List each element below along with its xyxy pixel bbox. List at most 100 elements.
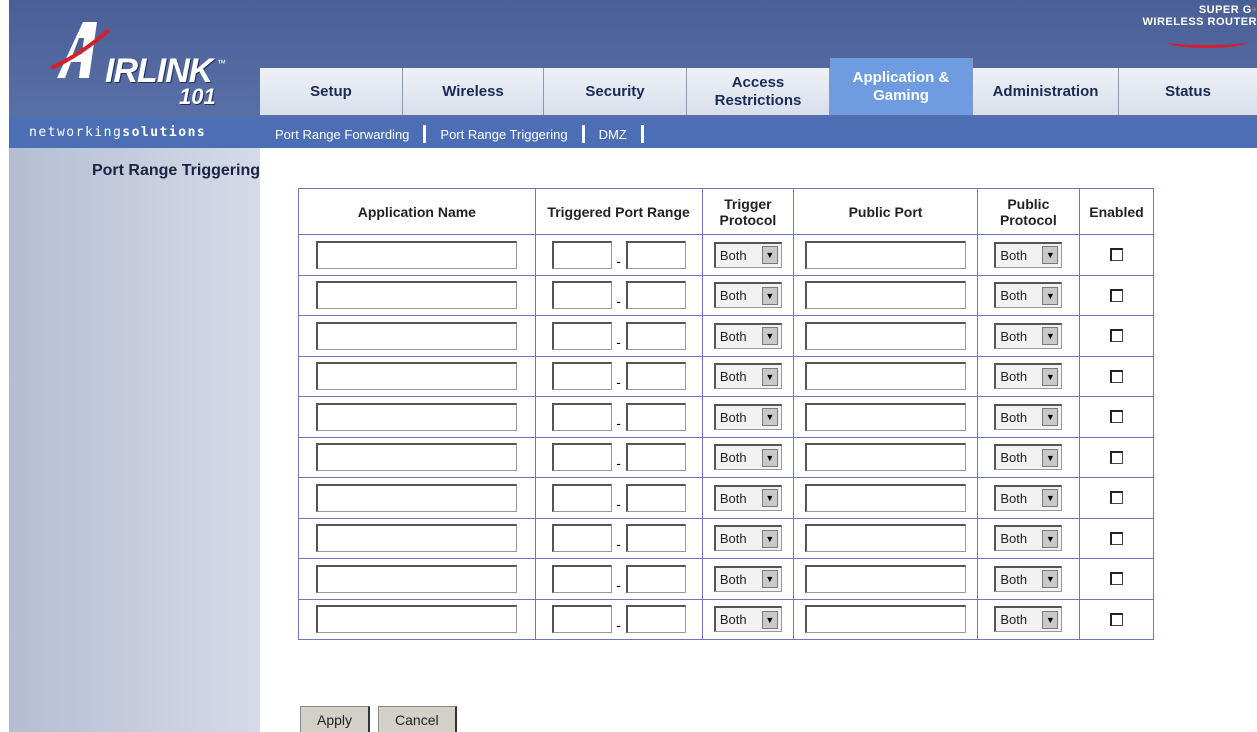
trigger-protocol-select[interactable]: Both ▼ — [713, 606, 782, 633]
trigger-protocol-select[interactable]: Both ▼ — [713, 403, 782, 430]
enabled-checkbox[interactable] — [1109, 288, 1123, 302]
subnav-dmz[interactable]: DMZ — [599, 127, 627, 142]
cancel-button[interactable]: Cancel — [378, 706, 457, 732]
chevron-down-icon[interactable]: ▼ — [1042, 246, 1059, 265]
triggered-port-end-input[interactable] — [625, 321, 686, 350]
tab-status[interactable]: Status — [1119, 68, 1257, 115]
chevron-down-icon[interactable]: ▼ — [761, 327, 778, 346]
public-protocol-select[interactable]: Both ▼ — [994, 525, 1063, 552]
application-name-input[interactable] — [316, 402, 518, 431]
tab-access-restrictions[interactable]: Access Restrictions — [687, 68, 830, 115]
enabled-checkbox[interactable] — [1109, 410, 1123, 424]
chevron-down-icon[interactable]: ▼ — [761, 570, 778, 589]
enabled-checkbox[interactable] — [1109, 329, 1123, 343]
public-protocol-select[interactable]: Both ▼ — [994, 241, 1063, 268]
triggered-port-start-input[interactable] — [551, 443, 612, 472]
chevron-down-icon[interactable]: ▼ — [761, 529, 778, 548]
public-protocol-select[interactable]: Both ▼ — [994, 403, 1063, 430]
public-port-input[interactable] — [805, 402, 967, 431]
public-protocol-select[interactable]: Both ▼ — [994, 565, 1063, 592]
subnav-port-range-forwarding[interactable]: Port Range Forwarding — [275, 127, 409, 142]
application-name-input[interactable] — [316, 483, 518, 512]
enabled-checkbox[interactable] — [1109, 369, 1123, 383]
triggered-port-start-input[interactable] — [551, 564, 612, 593]
triggered-port-end-input[interactable] — [625, 605, 686, 634]
chevron-down-icon[interactable]: ▼ — [761, 448, 778, 467]
trigger-protocol-select[interactable]: Both ▼ — [713, 322, 782, 349]
public-protocol-select[interactable]: Both ▼ — [994, 606, 1063, 633]
triggered-port-end-input[interactable] — [625, 240, 686, 269]
chevron-down-icon[interactable]: ▼ — [1042, 448, 1059, 467]
enabled-checkbox[interactable] — [1109, 450, 1123, 464]
enabled-checkbox[interactable] — [1109, 531, 1123, 545]
application-name-input[interactable] — [316, 443, 518, 472]
public-port-input[interactable] — [805, 483, 967, 512]
public-port-input[interactable] — [805, 443, 967, 472]
public-protocol-select[interactable]: Both ▼ — [994, 444, 1063, 471]
chevron-down-icon[interactable]: ▼ — [1042, 367, 1059, 386]
triggered-port-end-input[interactable] — [625, 402, 686, 431]
triggered-port-end-input[interactable] — [625, 362, 686, 391]
public-protocol-select[interactable]: Both ▼ — [994, 322, 1063, 349]
subnav-port-range-triggering[interactable]: Port Range Triggering — [440, 127, 567, 142]
chevron-down-icon[interactable]: ▼ — [761, 408, 778, 427]
trigger-protocol-select[interactable]: Both ▼ — [713, 525, 782, 552]
public-port-input[interactable] — [805, 321, 967, 350]
triggered-port-end-input[interactable] — [625, 443, 686, 472]
enabled-checkbox[interactable] — [1109, 612, 1123, 626]
public-port-input[interactable] — [805, 281, 967, 310]
tab-wireless[interactable]: Wireless — [403, 68, 544, 115]
public-port-input[interactable] — [805, 362, 967, 391]
chevron-down-icon[interactable]: ▼ — [761, 367, 778, 386]
triggered-port-start-input[interactable] — [551, 402, 612, 431]
public-port-input[interactable] — [805, 564, 967, 593]
chevron-down-icon[interactable]: ▼ — [1042, 570, 1059, 589]
apply-button[interactable]: Apply — [300, 706, 371, 732]
chevron-down-icon[interactable]: ▼ — [1042, 327, 1059, 346]
triggered-port-end-input[interactable] — [625, 281, 686, 310]
chevron-down-icon[interactable]: ▼ — [761, 610, 778, 629]
triggered-port-start-input[interactable] — [551, 240, 612, 269]
enabled-checkbox[interactable] — [1109, 572, 1123, 586]
triggered-port-start-input[interactable] — [551, 605, 612, 634]
chevron-down-icon[interactable]: ▼ — [761, 246, 778, 265]
public-port-input[interactable] — [805, 240, 967, 269]
application-name-input[interactable] — [316, 362, 518, 391]
trigger-protocol-select[interactable]: Both ▼ — [713, 484, 782, 511]
chevron-down-icon[interactable]: ▼ — [761, 489, 778, 508]
enabled-checkbox[interactable] — [1109, 248, 1123, 262]
triggered-port-end-input[interactable] — [625, 483, 686, 512]
chevron-down-icon[interactable]: ▼ — [1042, 408, 1059, 427]
public-protocol-select[interactable]: Both ▼ — [994, 363, 1063, 390]
trigger-protocol-select[interactable]: Both ▼ — [713, 444, 782, 471]
triggered-port-start-input[interactable] — [551, 483, 612, 512]
application-name-input[interactable] — [316, 524, 518, 553]
public-protocol-select[interactable]: Both ▼ — [994, 484, 1063, 511]
triggered-port-start-input[interactable] — [551, 524, 612, 553]
tab-application-gaming[interactable]: Application & Gaming — [830, 58, 973, 115]
triggered-port-end-input[interactable] — [625, 524, 686, 553]
application-name-input[interactable] — [316, 281, 518, 310]
chevron-down-icon[interactable]: ▼ — [1042, 529, 1059, 548]
application-name-input[interactable] — [316, 605, 518, 634]
trigger-protocol-select[interactable]: Both ▼ — [713, 565, 782, 592]
application-name-input[interactable] — [316, 564, 518, 593]
public-port-input[interactable] — [805, 524, 967, 553]
trigger-protocol-select[interactable]: Both ▼ — [713, 363, 782, 390]
trigger-protocol-select[interactable]: Both ▼ — [713, 241, 782, 268]
tab-setup[interactable]: Setup — [260, 68, 403, 115]
chevron-down-icon[interactable]: ▼ — [1042, 489, 1059, 508]
triggered-port-start-input[interactable] — [551, 321, 612, 350]
triggered-port-start-input[interactable] — [551, 362, 612, 391]
application-name-input[interactable] — [316, 240, 518, 269]
chevron-down-icon[interactable]: ▼ — [761, 286, 778, 305]
trigger-protocol-select[interactable]: Both ▼ — [713, 282, 782, 309]
tab-security[interactable]: Security — [544, 68, 687, 115]
tab-administration[interactable]: Administration — [973, 68, 1119, 115]
triggered-port-start-input[interactable] — [551, 281, 612, 310]
enabled-checkbox[interactable] — [1109, 491, 1123, 505]
chevron-down-icon[interactable]: ▼ — [1042, 610, 1059, 629]
public-port-input[interactable] — [805, 605, 967, 634]
chevron-down-icon[interactable]: ▼ — [1042, 286, 1059, 305]
application-name-input[interactable] — [316, 321, 518, 350]
